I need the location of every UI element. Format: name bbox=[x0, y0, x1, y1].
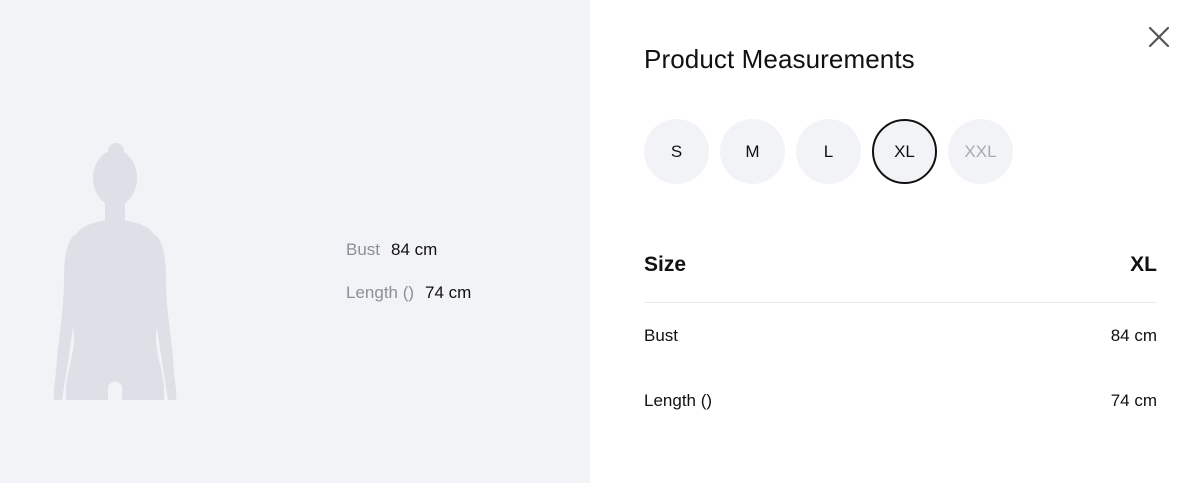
table-header: Size XL bbox=[644, 245, 1157, 303]
row-value: 74 cm bbox=[1110, 390, 1157, 410]
size-selector: S M L XL XXL bbox=[644, 119, 1024, 184]
overlay-label: Length () bbox=[346, 283, 415, 302]
overlay-measurements: Bust 84 cm Length () 74 cm bbox=[346, 240, 471, 326]
overlay-value: 74 cm bbox=[425, 283, 472, 302]
close-button[interactable] bbox=[1146, 24, 1172, 50]
overlay-label: Bust bbox=[346, 240, 381, 259]
row-label: Length () bbox=[644, 390, 713, 410]
row-label: Bust bbox=[644, 325, 679, 345]
size-option-xxl[interactable]: XXL bbox=[948, 119, 1013, 184]
table-header-value: XL bbox=[1130, 253, 1157, 276]
table-row: Bust 84 cm bbox=[644, 303, 1157, 368]
table-row: Length () 74 cm bbox=[644, 368, 1157, 433]
row-value: 84 cm bbox=[1110, 325, 1157, 345]
figure-panel: Bust 84 cm Length () 74 cm bbox=[0, 0, 590, 483]
overlay-row-bust: Bust 84 cm bbox=[346, 240, 471, 266]
measurements-modal: Bust 84 cm Length () 74 cm Product Measu… bbox=[0, 0, 1190, 483]
table-header-label: Size bbox=[644, 253, 687, 276]
overlay-value: 84 cm bbox=[391, 240, 438, 259]
measurements-table: Size XL Bust 84 cm Length () 74 cm bbox=[644, 245, 1157, 433]
page-title: Product Measurements bbox=[644, 44, 915, 74]
size-option-l[interactable]: L bbox=[796, 119, 861, 184]
body-silhouette-icon bbox=[40, 140, 190, 402]
close-icon bbox=[1148, 26, 1170, 48]
size-option-m[interactable]: M bbox=[720, 119, 785, 184]
details-panel: Product Measurements S M L XL XXL Size X… bbox=[590, 0, 1190, 483]
overlay-row-length: Length () 74 cm bbox=[346, 283, 471, 309]
size-option-xl[interactable]: XL bbox=[872, 119, 937, 184]
size-option-s[interactable]: S bbox=[644, 119, 709, 184]
